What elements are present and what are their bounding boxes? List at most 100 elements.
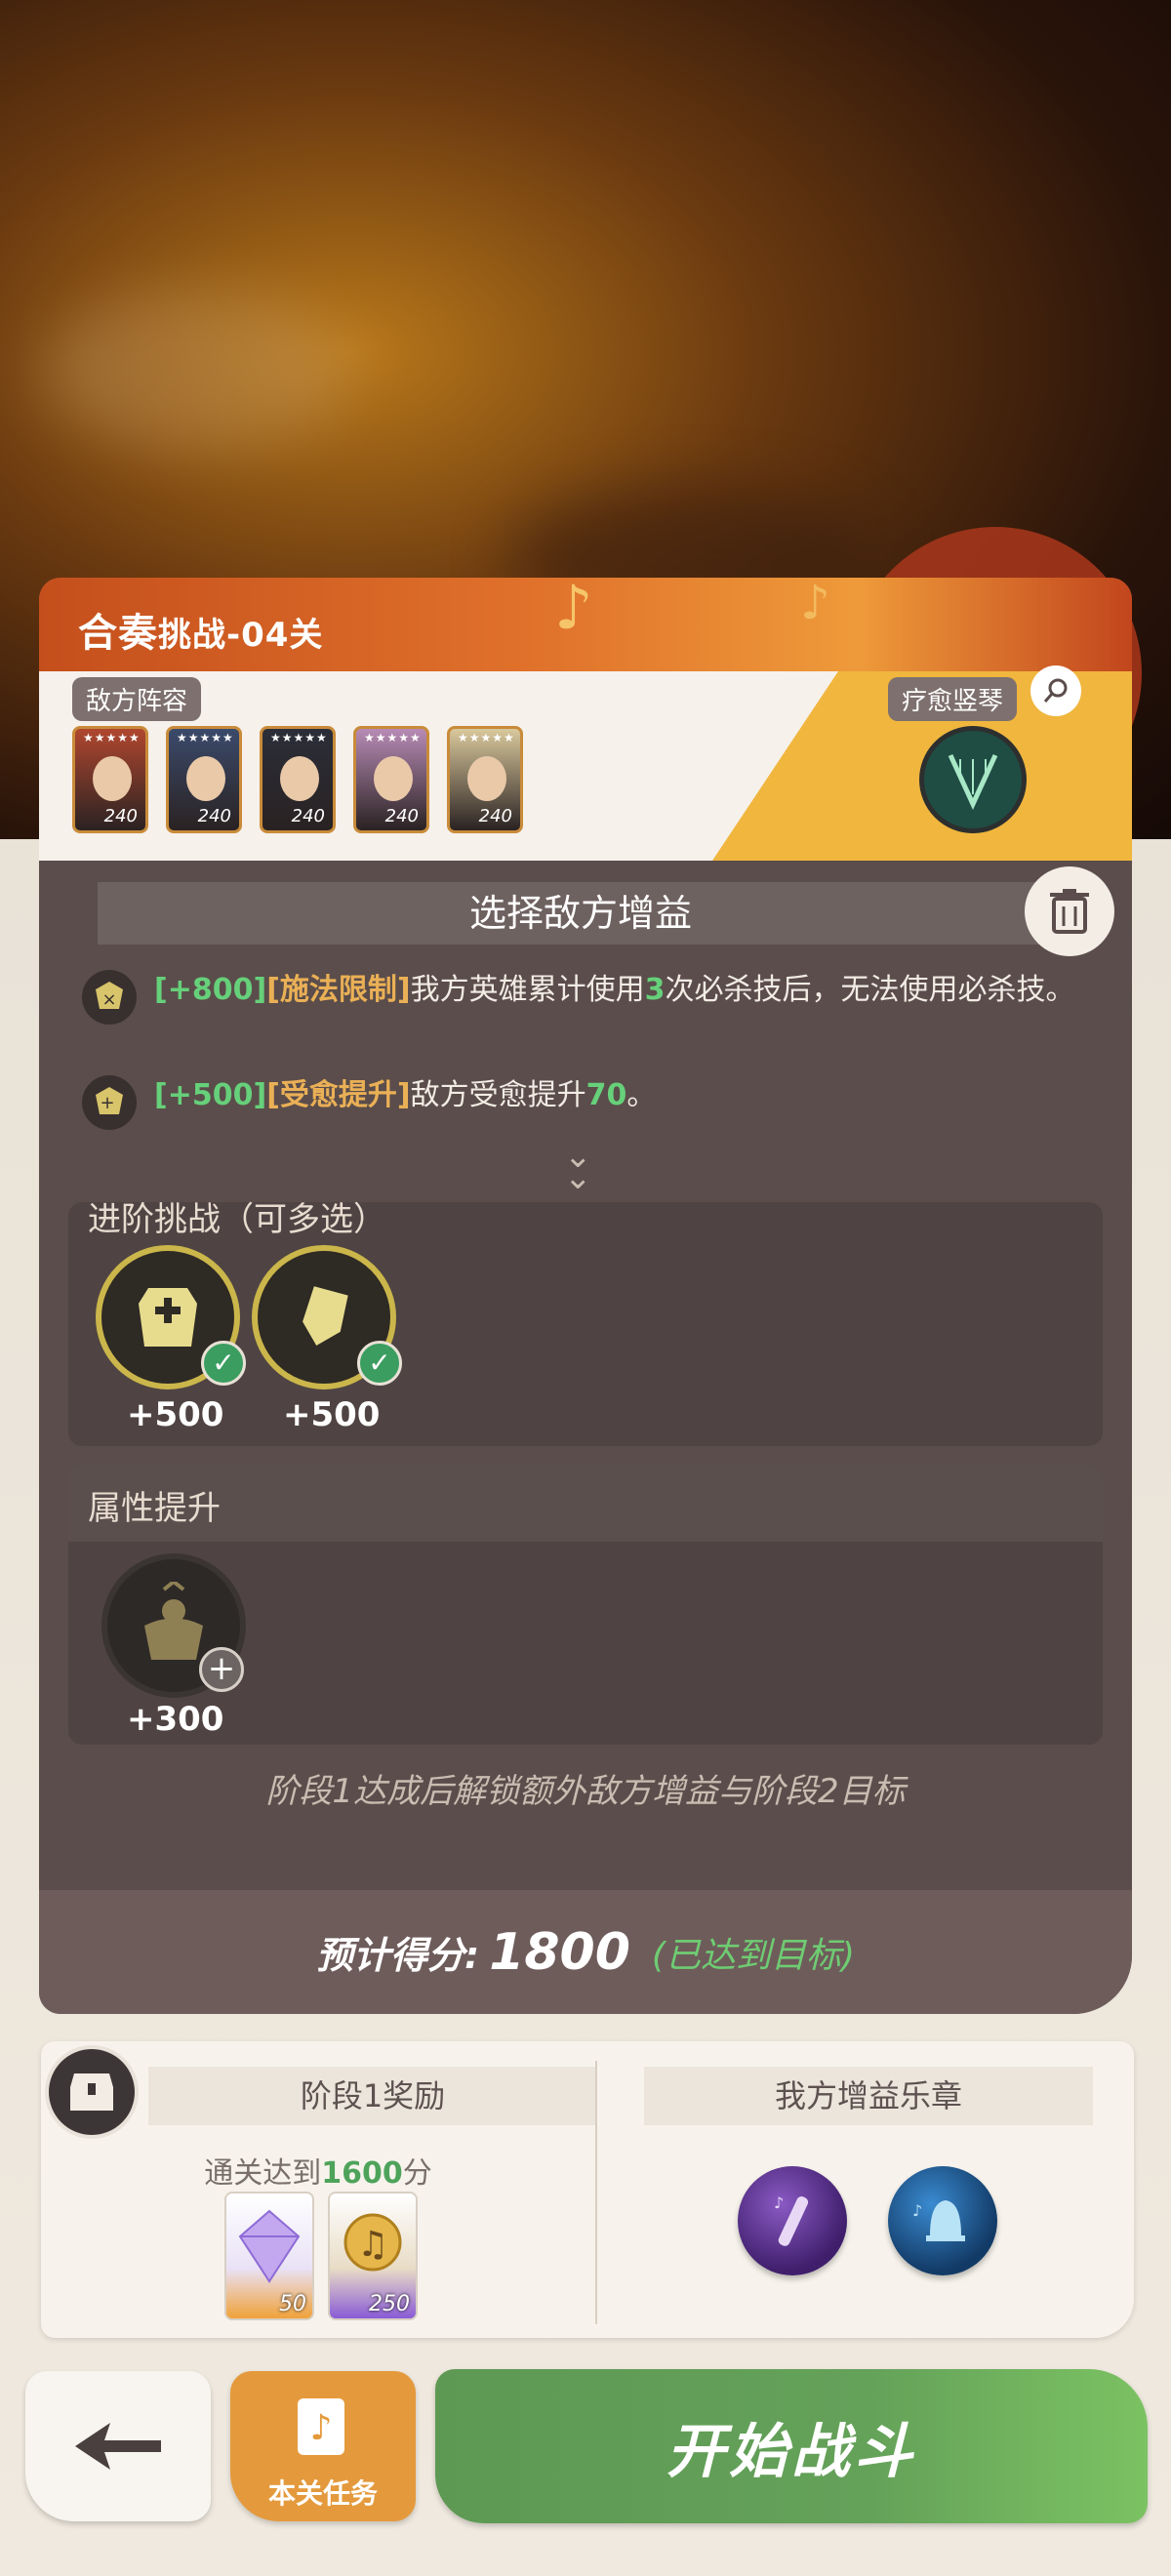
requirement-suffix: 分 xyxy=(402,2156,432,2191)
enemy-card[interactable]: ★★★★★ 240 xyxy=(260,726,336,833)
music-note-coin-icon: ♫ xyxy=(343,2213,402,2272)
advanced-challenge-section: 进阶挑战（可多选） ✓ +500 ✓ +500 xyxy=(68,1200,1103,1446)
back-arrow-icon xyxy=(75,2423,161,2470)
search-button[interactable] xyxy=(1030,665,1081,716)
svg-text:♪: ♪ xyxy=(774,2194,784,2212)
start-battle-label: 开始战斗 xyxy=(666,2417,916,2486)
hero-label: 疗愈竖琴 xyxy=(888,677,1018,721)
shield-up-icon xyxy=(303,1286,348,1346)
challenge-panel: 合奏挑战-04关 ♪ ♪ 敌方阵容 ★★★★★ 240 ★★★★★ 240 ★★★★… xyxy=(39,578,1132,2014)
diamond-icon xyxy=(238,2209,301,2283)
enemy-lineup-label: 敌方阵容 xyxy=(72,677,202,721)
enemy-card[interactable]: ★★★★★ 240 xyxy=(447,726,523,833)
stage-title-main: 合奏 xyxy=(78,611,158,656)
buff-option-value: +300 xyxy=(127,1700,224,1739)
divider xyxy=(595,2061,597,2324)
music-note-icon: ♪ xyxy=(800,578,830,630)
score-value: 1800 xyxy=(489,1922,630,1982)
background-blur xyxy=(39,293,351,449)
buff-option-value: +500 xyxy=(283,1395,381,1434)
buff-desc: 敌方受愈提升 xyxy=(410,1078,586,1112)
buff-count: 70 xyxy=(586,1078,627,1112)
hero-portrait xyxy=(280,756,319,801)
star-rating: ★★★★★ xyxy=(270,731,328,745)
buff-desc: 我方英雄累计使用 xyxy=(410,973,645,1007)
reward-item[interactable]: 50 xyxy=(224,2192,314,2320)
stage-reward-label: 阶段1奖励 xyxy=(148,2067,597,2125)
stage-title: 合奏挑战-04关 xyxy=(78,601,323,658)
hero-level: 240 xyxy=(384,806,419,826)
selected-buff-1: [+800][施法限制]我方英雄累计使用3次必杀技后，无法使用必杀技。 xyxy=(154,968,1091,1013)
buff-tag: [施法限制] xyxy=(266,973,411,1007)
healing-harp-icon[interactable] xyxy=(919,726,1027,833)
harp-icon xyxy=(948,753,998,810)
our-buff-movement-1[interactable]: ♪ xyxy=(738,2166,847,2275)
svg-text:♫: ♫ xyxy=(357,2225,388,2265)
buff-score: [+500] xyxy=(154,1078,267,1112)
armor-plus-icon xyxy=(139,1288,197,1347)
buff-desc: 次必杀技后，无法使用必杀技。 xyxy=(665,973,1075,1007)
hero-level: 240 xyxy=(197,806,231,826)
star-rating: ★★★★★ xyxy=(364,731,422,745)
star-rating: ★★★★★ xyxy=(177,731,234,745)
add-icon: + xyxy=(199,1647,244,1692)
buff-score: [+800] xyxy=(154,973,267,1007)
search-icon xyxy=(1043,678,1068,703)
hero-portrait xyxy=(467,756,506,801)
hero-portrait xyxy=(93,756,132,801)
estimated-score-bar: 预计得分: 1800 (已达到目标) xyxy=(39,1890,1132,2014)
enemy-card[interactable]: ★★★★★ 240 xyxy=(353,726,429,833)
unlock-hint: 阶段1达成后解锁额外敌方增益与阶段2目标 xyxy=(265,1772,906,1811)
flute-icon: ♪ xyxy=(774,2194,809,2246)
enemy-card[interactable]: ★★★★★ 240 xyxy=(72,726,148,833)
svg-text:♪: ♪ xyxy=(310,2408,333,2448)
score-label: 预计得分: xyxy=(315,1934,480,1977)
reward-count: 250 xyxy=(369,2292,410,2316)
advanced-challenge-title: 进阶挑战（可多选） xyxy=(88,1200,386,1239)
music-note-icon: ♪ xyxy=(554,578,593,643)
hero-level: 240 xyxy=(103,806,138,826)
requirement-value: 1600 xyxy=(321,2156,403,2191)
star-rating: ★★★★★ xyxy=(458,731,515,745)
score-status: (已达到目标) xyxy=(651,1935,856,1976)
our-buff-movement-label: 我方增益乐章 xyxy=(644,2067,1093,2125)
our-buff-movement-2[interactable]: ♪ xyxy=(888,2166,997,2275)
heal-boost-icon: + xyxy=(82,1075,137,1130)
reward-requirement: 通关达到1600分 xyxy=(41,2149,595,2192)
requirement-prefix: 通关达到 xyxy=(204,2156,322,2191)
panel-header: 合奏挑战-04关 ♪ ♪ xyxy=(39,578,1132,671)
attribute-section: 属性提升 + +300 xyxy=(68,1466,1103,1745)
bell-icon: ♪ xyxy=(912,2200,965,2241)
trash-icon xyxy=(1050,889,1089,934)
buff-tag: [受愈提升] xyxy=(266,1078,411,1112)
section-header-bg xyxy=(68,1466,1103,1542)
hero-portrait xyxy=(186,756,225,801)
stage-title-sub: 挑战-04关 xyxy=(158,616,324,655)
hero-level: 240 xyxy=(291,806,325,826)
star-rating: ★★★★★ xyxy=(83,731,141,745)
start-battle-button[interactable]: 开始战斗 xyxy=(435,2369,1148,2523)
reward-item[interactable]: ♫ 250 xyxy=(328,2192,418,2320)
reward-count: 50 xyxy=(279,2292,306,2316)
stage-task-label: 本关任务 xyxy=(267,2477,378,2510)
expand-chevron-icon[interactable]: ⌄ ⌄ xyxy=(564,1140,592,1194)
select-enemy-buff-header: 选择敌方增益 xyxy=(98,882,1064,945)
buff-option-value: +500 xyxy=(127,1395,224,1434)
hero-portrait xyxy=(374,756,413,801)
svg-text:×: × xyxy=(101,989,116,1010)
buff-desc: 。 xyxy=(626,1078,657,1112)
buff-count: 3 xyxy=(644,973,666,1007)
selected-check-icon: ✓ xyxy=(201,1341,246,1386)
cast-limit-icon: × xyxy=(82,970,137,1025)
hero-level: 240 xyxy=(478,806,512,826)
selected-buff-2: [+500][受愈提升]敌方受愈提升70。 xyxy=(154,1073,1091,1118)
scroll-icon: ♪ xyxy=(298,2398,344,2455)
chest-icon xyxy=(45,2045,139,2139)
selected-check-icon: ✓ xyxy=(357,1341,402,1386)
rewards-panel: 阶段1奖励 我方增益乐章 通关达到1600分 50 ♫ 250 ♪ ♪ xyxy=(41,2041,1134,2338)
enemy-card[interactable]: ★★★★★ 240 xyxy=(166,726,242,833)
stage-task-button[interactable]: ♪ 本关任务 xyxy=(230,2371,416,2521)
svg-text:+: + xyxy=(100,1093,114,1113)
back-button[interactable] xyxy=(25,2371,211,2521)
clear-buffs-button[interactable] xyxy=(1025,866,1114,956)
